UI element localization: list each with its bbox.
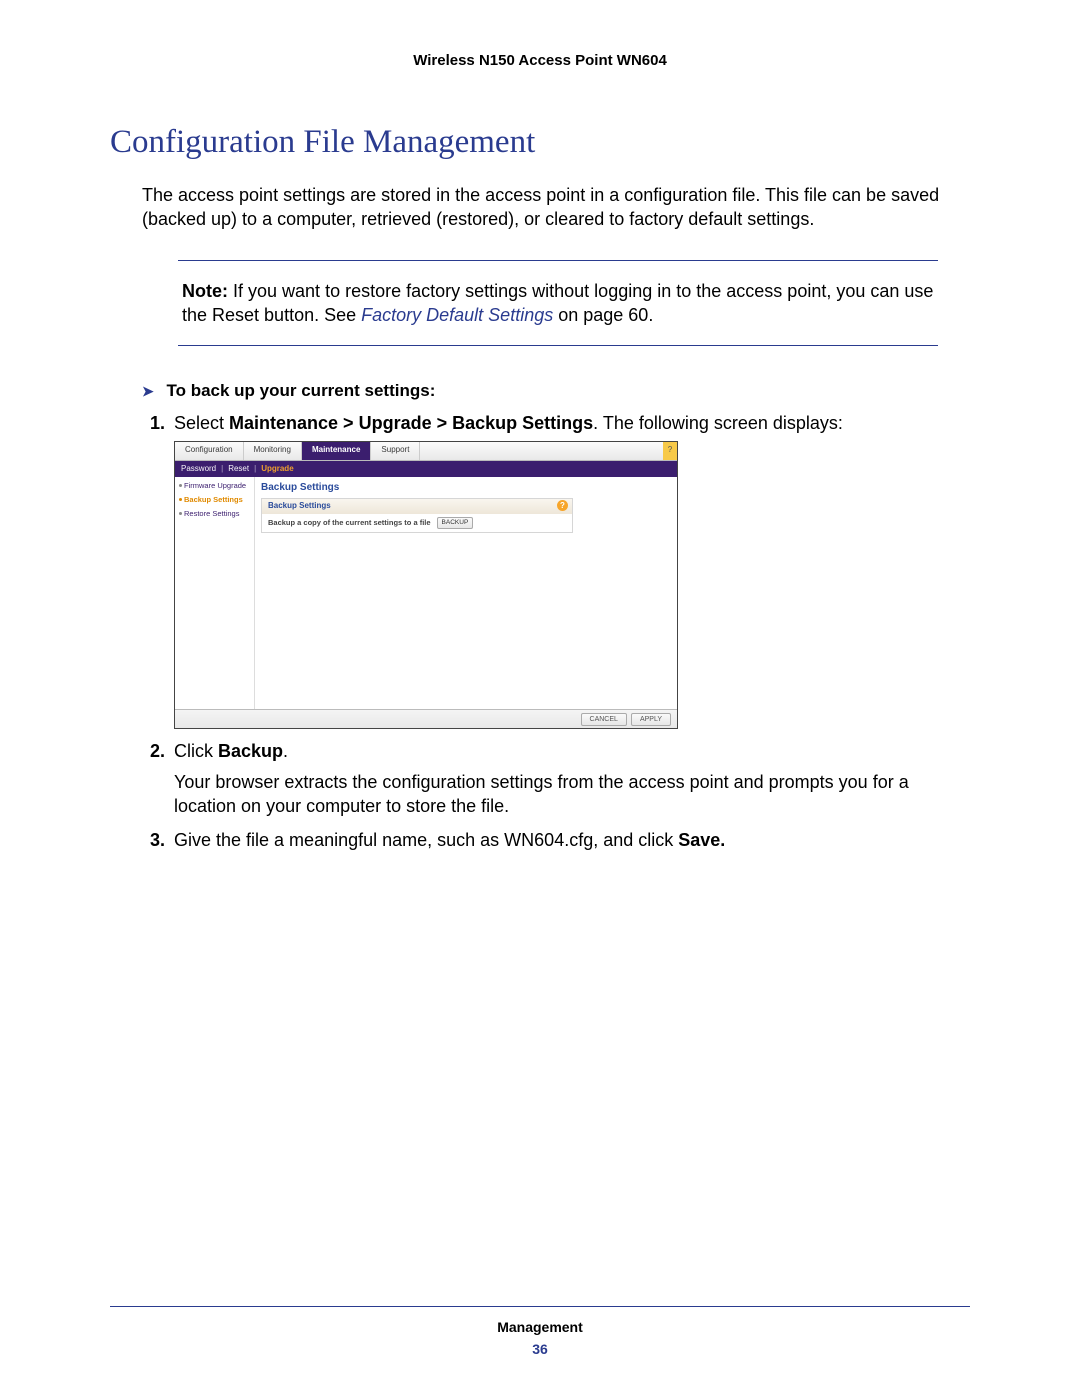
- document-header: Wireless N150 Access Point WN604: [110, 52, 970, 69]
- screenshot-subnav: Password | Reset | Upgrade: [175, 461, 677, 477]
- cancel-button[interactable]: CANCEL: [581, 713, 627, 726]
- procedure-heading: ➤ To back up your current settings:: [142, 381, 970, 401]
- footer-rule: [110, 1306, 970, 1307]
- arrow-icon: ➤: [142, 383, 154, 399]
- sidebar-firmware-upgrade[interactable]: Firmware Upgrade: [179, 481, 250, 491]
- step1-post: . The following screen displays:: [593, 413, 843, 433]
- panel-help-icon[interactable]: ?: [557, 500, 568, 511]
- step3-bold: Save.: [678, 830, 725, 850]
- step-2: Click Backup. Your browser extracts the …: [170, 739, 970, 818]
- screenshot-body: Firmware Upgrade Backup Settings Restore…: [175, 477, 677, 711]
- tab-support[interactable]: Support: [371, 442, 420, 460]
- page: Wireless N150 Access Point WN604 Configu…: [0, 0, 1080, 1397]
- step2-post: .: [283, 741, 288, 761]
- panel-title: Backup Settings: [261, 481, 671, 495]
- tab-maintenance[interactable]: Maintenance: [302, 442, 371, 460]
- apply-button[interactable]: APPLY: [631, 713, 671, 726]
- footer-section: Management: [110, 1319, 970, 1335]
- step3-pre: Give the file a meaningful name, such as…: [174, 830, 678, 850]
- page-footer: Management 36: [110, 1306, 970, 1357]
- section-title: Configuration File Management: [110, 124, 970, 161]
- note-text-after: on page 60.: [558, 305, 653, 325]
- step1-pre: Select: [174, 413, 229, 433]
- procedure-heading-text: To back up your current settings:: [166, 381, 435, 400]
- step1-bold: Maintenance > Upgrade > Backup Settings: [229, 413, 593, 433]
- subnav-sep: |: [254, 464, 256, 475]
- step2-bold: Backup: [218, 741, 283, 761]
- backup-settings-screenshot: Configuration Monitoring Maintenance Sup…: [174, 441, 678, 729]
- subnav-upgrade[interactable]: Upgrade: [261, 464, 293, 475]
- note-block: Note: If you want to restore factory set…: [178, 260, 938, 347]
- sidebar-restore-settings[interactable]: Restore Settings: [179, 509, 250, 519]
- backup-panel: Backup Settings ? Backup a copy of the c…: [261, 498, 573, 533]
- step-1: Select Maintenance > Upgrade > Backup Se…: [170, 411, 970, 729]
- note-label: Note:: [182, 281, 228, 301]
- screenshot-sidebar: Firmware Upgrade Backup Settings Restore…: [175, 477, 255, 711]
- screenshot-tabs: Configuration Monitoring Maintenance Sup…: [175, 442, 677, 461]
- subnav-reset[interactable]: Reset: [228, 464, 249, 475]
- panel-body: Backup a copy of the current settings to…: [262, 514, 572, 532]
- panel-header: Backup Settings ?: [262, 499, 572, 514]
- panel-header-text: Backup Settings: [268, 501, 331, 510]
- subnav-password[interactable]: Password: [181, 464, 216, 475]
- help-icon[interactable]: ?: [663, 442, 677, 460]
- steps-list: Select Maintenance > Upgrade > Backup Se…: [142, 411, 970, 852]
- tab-configuration[interactable]: Configuration: [175, 442, 244, 460]
- tab-monitoring[interactable]: Monitoring: [244, 442, 302, 460]
- subnav-sep: |: [221, 464, 223, 475]
- backup-button[interactable]: BACKUP: [437, 517, 474, 529]
- footer-page-number: 36: [110, 1341, 970, 1357]
- step-3: Give the file a meaningful name, such as…: [170, 828, 970, 852]
- panel-row-text: Backup a copy of the current settings to…: [268, 518, 431, 528]
- step2-sub: Your browser extracts the configuration …: [174, 770, 970, 819]
- screenshot-footer: CANCEL APPLY: [175, 709, 677, 728]
- screenshot-main: Backup Settings Backup Settings ? Backup…: [255, 477, 677, 711]
- factory-default-link[interactable]: Factory Default Settings: [361, 305, 553, 325]
- step2-pre: Click: [174, 741, 218, 761]
- intro-paragraph: The access point settings are stored in …: [142, 183, 970, 232]
- sidebar-backup-settings[interactable]: Backup Settings: [179, 495, 250, 505]
